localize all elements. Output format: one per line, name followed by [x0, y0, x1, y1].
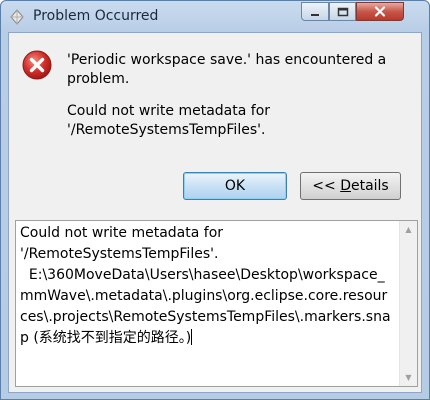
text-caret [191, 329, 193, 345]
window-title: Problem Occurred [33, 8, 159, 24]
details-button-label: << Details [312, 178, 389, 194]
details-toggle-button[interactable]: << Details [300, 172, 401, 200]
minimize-button[interactable] [301, 2, 329, 21]
scroll-down-arrow-icon[interactable]: ▼ [400, 369, 417, 386]
details-text: Could not write metadata for '/RemoteSys… [20, 225, 391, 346]
ok-button-label: OK [224, 178, 246, 194]
eclipse-app-icon [9, 9, 25, 25]
scroll-up-arrow-icon[interactable]: ▲ [400, 221, 417, 238]
title-bar[interactable]: Problem Occurred [1, 1, 429, 31]
dialog-body: 'Periodic workspace save.' has encounter… [8, 32, 422, 393]
close-icon [374, 2, 386, 21]
error-message-headline: 'Periodic workspace save.' has encounter… [67, 52, 387, 87]
close-button[interactable] [356, 2, 404, 21]
error-icon [21, 49, 53, 81]
details-scrollbar[interactable]: ▲ ▼ [399, 221, 417, 386]
error-message: 'Periodic workspace save.' has encounter… [67, 51, 413, 153]
problem-dialog: Problem Occurred 'Periodic workspace sav… [0, 0, 430, 400]
minimize-icon [310, 2, 320, 21]
error-message-detail: Could not write metadata for '/RemoteSys… [67, 103, 271, 138]
ok-button[interactable]: OK [183, 172, 287, 200]
details-text-area[interactable]: Could not write metadata for '/RemoteSys… [15, 220, 418, 387]
maximize-button[interactable] [329, 2, 356, 21]
maximize-icon [337, 2, 349, 21]
